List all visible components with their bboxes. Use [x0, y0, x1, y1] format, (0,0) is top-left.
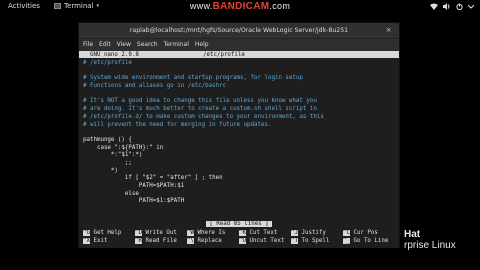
- editor-line[interactable]: ;;: [83, 160, 399, 168]
- editor-line[interactable]: PATH=$PATH:$1: [83, 183, 399, 191]
- shortcut-item: ^K Cut Text: [239, 229, 291, 237]
- editor-line[interactable]: [83, 129, 399, 137]
- status-message: [ Read 85 lines ]: [206, 221, 272, 227]
- menu-terminal[interactable]: Terminal: [164, 41, 189, 48]
- menu-help[interactable]: Help: [195, 41, 209, 48]
- editor-line[interactable]: # will prevent the need for merging in f…: [83, 122, 399, 130]
- shortcut-key: ^J: [291, 230, 298, 236]
- shortcut-item: ^U Uncut Text: [239, 237, 291, 245]
- editor-line[interactable]: *): [83, 168, 399, 176]
- shortcut-key: ^_: [343, 238, 350, 244]
- shortcut-key: ^O: [135, 230, 142, 236]
- shortcut-key: ^U: [239, 238, 246, 244]
- shortcut-label: Justify: [297, 230, 326, 236]
- shortcut-item: ^R Read File: [135, 237, 187, 245]
- editor-line[interactable]: [83, 91, 399, 99]
- shortcut-label: Get Help: [89, 230, 122, 236]
- window-titlebar[interactable]: raplab@localhost:/mnt/hgfs/Source/Oracle…: [79, 23, 399, 39]
- nano-status-bar: [ Read 85 lines ]: [79, 221, 399, 227]
- close-icon[interactable]: ×: [384, 26, 393, 35]
- shortcut-key: ^W: [187, 230, 194, 236]
- shortcut-item: ^T To Spell: [291, 237, 343, 245]
- shortcut-key: ^R: [135, 238, 142, 244]
- shortcut-row: ^G Get Help ^O Write Out ^W Where Is ^K Cut…: [83, 229, 399, 237]
- terminal-content[interactable]: GNU nano 2.9.8 /etc/profile # /etc/profi…: [79, 51, 399, 248]
- nano-shortcut-bar: ^G Get Help ^O Write Out ^W Where Is ^K Cut…: [83, 229, 399, 245]
- watermark-suffix: .com: [269, 1, 291, 11]
- editor-line[interactable]: if [ "$2" = "after" ] ; then: [83, 175, 399, 183]
- shortcut-label: Write Out: [141, 230, 177, 236]
- shortcut-row: ^X Exit ^R Read File ^\ Replace ^U Uncut Te…: [83, 237, 399, 245]
- menu-bar: File Edit View Search Terminal Help: [79, 39, 399, 50]
- watermark-prefix: www.: [189, 1, 213, 11]
- shortcut-key: ^X: [83, 238, 90, 244]
- shortcut-label: Cur Pos: [349, 230, 378, 236]
- shortcut-item: ^X Exit: [83, 237, 135, 245]
- shortcut-label: Uncut Text: [245, 238, 285, 244]
- editor-line[interactable]: pathmunge () {: [83, 137, 399, 145]
- window-title: raplab@localhost:/mnt/hgfs/Source/Oracle…: [129, 27, 349, 34]
- shortcut-label: Where Is: [193, 230, 226, 236]
- shortcut-key: ^C: [343, 230, 350, 236]
- shortcut-label: Go To Line: [349, 238, 389, 244]
- shortcut-key: ^K: [239, 230, 246, 236]
- nano-filename: /etc/profile: [203, 51, 245, 58]
- editor-line[interactable]: # /etc/profile.d/ to make custom changes…: [83, 114, 399, 122]
- editor-line[interactable]: # /etc/profile: [83, 60, 399, 68]
- editor-line[interactable]: [83, 68, 399, 76]
- editor-line[interactable]: # System wide environment and startup pr…: [83, 75, 399, 83]
- nano-header: GNU nano 2.9.8 /etc/profile: [79, 51, 399, 58]
- desktop-os-logo: Hat rprise Linux: [404, 229, 456, 251]
- shortcut-label: Exit: [89, 238, 108, 244]
- terminal-window[interactable]: raplab@localhost:/mnt/hgfs/Source/Oracle…: [78, 22, 400, 248]
- shortcut-key: ^\: [187, 238, 194, 244]
- shortcut-key: ^T: [291, 238, 298, 244]
- editor-line[interactable]: PATH=$1:$PATH: [83, 198, 399, 206]
- shortcut-item: ^W Where Is: [187, 229, 239, 237]
- editor-buffer[interactable]: # /etc/profile # System wide environment …: [79, 58, 399, 206]
- shortcut-key: ^G: [83, 230, 90, 236]
- shortcut-item: ^G Get Help: [83, 229, 135, 237]
- shortcut-label: Replace: [193, 238, 222, 244]
- editor-line[interactable]: case ":${PATH}:" in: [83, 145, 399, 153]
- watermark-brand: BANDICAM: [212, 1, 270, 12]
- bandicam-watermark: www.BANDICAM.com: [0, 1, 480, 12]
- shortcut-label: To Spell: [297, 238, 330, 244]
- shortcut-label: Cut Text: [245, 230, 278, 236]
- desktop-logo-line2: rprise Linux: [404, 240, 456, 251]
- menu-edit[interactable]: Edit: [99, 41, 111, 48]
- editor-line[interactable]: *:"$1":*): [83, 152, 399, 160]
- menu-view[interactable]: View: [117, 41, 131, 48]
- shortcut-item: ^J Justify: [291, 229, 343, 237]
- menu-search[interactable]: Search: [137, 41, 158, 48]
- editor-line[interactable]: # Functions and aliases go in /etc/bashr…: [83, 83, 399, 91]
- desktop-logo-line1: Hat: [404, 229, 421, 240]
- menu-file[interactable]: File: [83, 41, 93, 48]
- shortcut-item: ^\ Replace: [187, 237, 239, 245]
- editor-line[interactable]: else: [83, 191, 399, 199]
- shortcut-label: Read File: [141, 238, 177, 244]
- shortcut-item: ^C Cur Pos: [343, 229, 395, 237]
- shortcut-item: ^_ Go To Line: [343, 237, 395, 245]
- shortcut-item: ^O Write Out: [135, 229, 187, 237]
- editor-line[interactable]: # It's NOT a good idea to change this fi…: [83, 98, 399, 106]
- editor-line[interactable]: # are doing. It's much better to create …: [83, 106, 399, 114]
- nano-version: GNU nano 2.9.8: [83, 51, 139, 58]
